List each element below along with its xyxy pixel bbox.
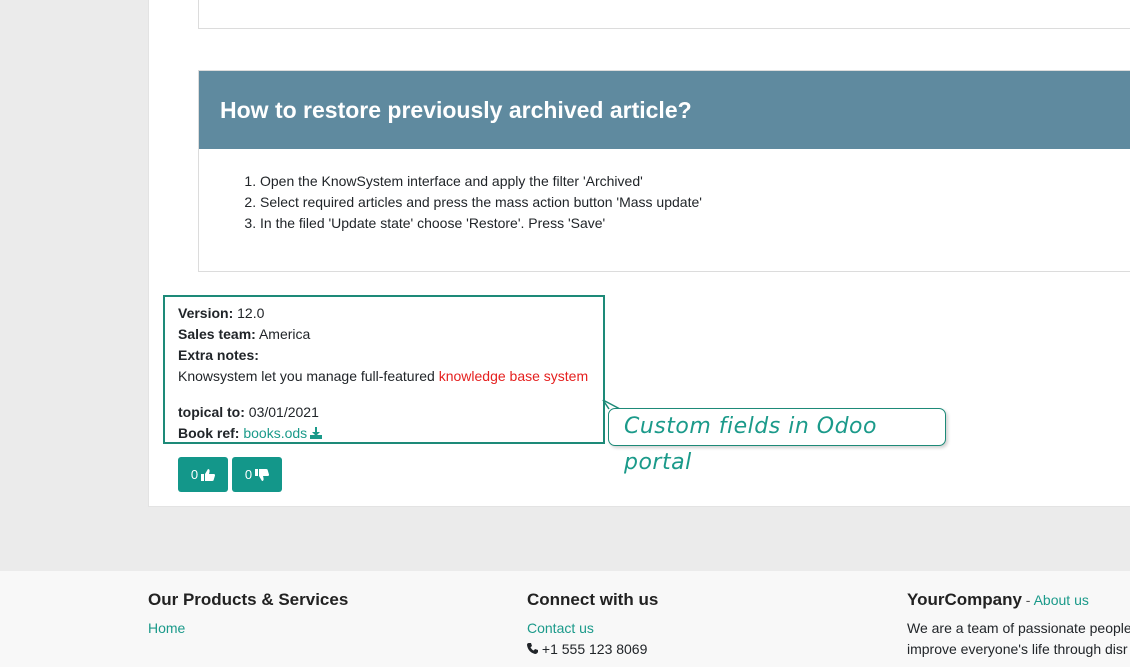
about-text-line: We are a team of passionate people (907, 620, 1130, 636)
footer-connect: Connect with us Contact us +1 555 123 80… (527, 589, 658, 660)
footer-products-title: Our Products & Services (148, 590, 349, 609)
like-count: 0 (190, 467, 199, 482)
extra-notes-value: Knowsystem let you manage full-featured … (178, 366, 603, 387)
footer-products: Our Products & Services Home (148, 589, 348, 639)
version-field: Version: 12.0 (178, 303, 603, 324)
book-ref-link-text: books.ods (243, 425, 308, 441)
book-ref-link[interactable]: books.ods (243, 425, 323, 441)
previous-article-card (198, 0, 1130, 29)
phone-icon (527, 643, 538, 654)
contact-link[interactable]: Contact us (527, 618, 658, 639)
sales-team-field: Sales team: America (178, 324, 603, 345)
dislike-count: 0 (244, 467, 253, 482)
extra-notes-text: Knowsystem let you manage full-featured (178, 368, 435, 384)
footer-connect-title: Connect with us (527, 590, 659, 609)
custom-fields-box: Version: 12.0 Sales team: America Extra … (163, 295, 605, 444)
step-item: Open the KnowSystem interface and apply … (260, 171, 1130, 192)
about-link[interactable]: About us (1034, 592, 1089, 608)
home-link[interactable]: Home (148, 618, 348, 639)
version-value: 12.0 (237, 305, 265, 321)
steps-list: Open the KnowSystem interface and apply … (199, 171, 1130, 234)
sales-team-label: Sales team: (178, 326, 256, 342)
title-separator: - (1021, 592, 1034, 608)
article-title: How to restore previously archived artic… (199, 71, 1130, 149)
topical-value: 03/01/2021 (248, 404, 319, 420)
extra-notes-field: Extra notes: (178, 345, 603, 366)
step-item: Select required articles and press the m… (260, 192, 1130, 213)
footer-company-title: YourCompany - About us (907, 589, 1130, 611)
dislike-button[interactable]: 0 (232, 457, 282, 492)
topical-field: topical to: 03/01/2021 (178, 402, 603, 423)
footer-company: YourCompany - About us We are a team of … (907, 589, 1130, 660)
sales-team-value: America (258, 326, 311, 342)
footer: Our Products & Services Home Connect wit… (0, 571, 1130, 667)
thumbs-up-icon (201, 468, 216, 481)
step-item: In the filed 'Update state' choose 'Rest… (260, 213, 1130, 234)
phone-line: +1 555 123 8069 (527, 639, 658, 660)
version-label: Version: (178, 305, 234, 321)
like-button[interactable]: 0 (178, 457, 228, 492)
callout: Custom fields in Odoo portal (600, 398, 950, 475)
book-ref-field: Book ref: books.ods (178, 423, 603, 444)
phone-number: +1 555 123 8069 (541, 641, 648, 657)
callout-text: Custom fields in Odoo portal (608, 408, 946, 475)
thumbs-down-icon (255, 468, 270, 481)
extra-notes-highlight: knowledge base system (438, 368, 589, 384)
download-icon (310, 427, 323, 439)
book-ref-label: Book ref: (178, 425, 240, 441)
article-card: How to restore previously archived artic… (198, 70, 1130, 272)
company-name: YourCompany (907, 590, 1022, 609)
topical-label: topical to: (178, 404, 245, 420)
extra-notes-label: Extra notes: (178, 347, 259, 363)
article-body: Open the KnowSystem interface and apply … (199, 149, 1130, 234)
about-text-line: improve everyone's life through disr (907, 641, 1128, 657)
